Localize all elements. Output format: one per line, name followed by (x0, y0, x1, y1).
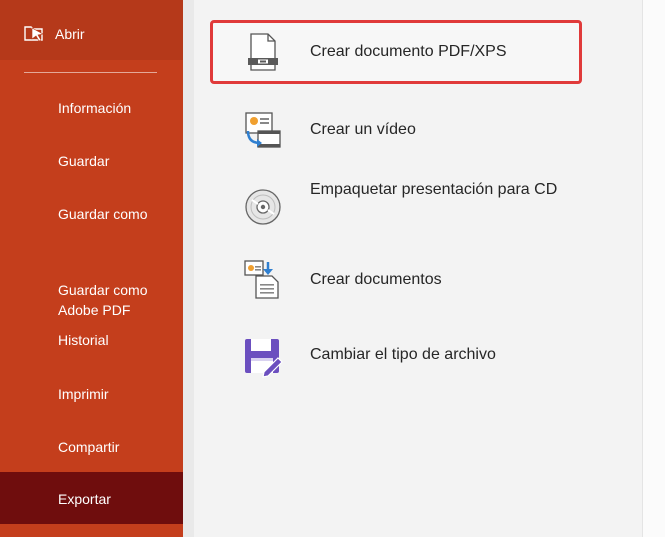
package-presentation-cd-option[interactable]: Empaquetar presentación para CD (210, 172, 582, 242)
sidebar-edge (183, 0, 194, 537)
sidebar-item-label: Información (58, 100, 132, 116)
sidebar-item-label: Exportar (58, 491, 111, 507)
cd-icon (245, 189, 281, 225)
handouts-icon (244, 260, 279, 299)
sidebar-item-historial[interactable]: Historial (0, 330, 183, 350)
create-pdf-xps-label: Crear documento PDF/XPS (310, 43, 507, 60)
create-handouts-label: Crear documentos (310, 271, 442, 288)
sidebar-item-label: Compartir (58, 439, 120, 455)
sidebar-divider (24, 72, 157, 73)
package-presentation-cd-label: Empaquetar presentación para CD (310, 181, 558, 198)
change-file-type-label: Cambiar el tipo de archivo (310, 346, 496, 363)
right-pane-edge (642, 0, 665, 537)
sidebar-item-exportar[interactable]: Exportar (0, 472, 183, 524)
change-file-type-option[interactable]: Cambiar el tipo de archivo (210, 327, 582, 387)
sidebar-item-open-label: Abrir (55, 26, 85, 42)
sidebar-item-guardar-como-adobe-pdf[interactable]: Guardar como Adobe PDF (0, 260, 183, 318)
sidebar-item-label: Historial (58, 332, 109, 348)
create-handouts-option[interactable]: Crear documentos (210, 252, 582, 312)
open-folder-icon (24, 26, 44, 42)
pdf-document-icon (248, 33, 278, 71)
sidebar-item-label: Guardar como Adobe PDF (58, 282, 148, 318)
sidebar-item-compartir[interactable]: Compartir (0, 437, 183, 457)
backstage-view: Abrir Información Guardar Guardar como G… (0, 0, 665, 537)
sidebar-item-guardar[interactable]: Guardar (0, 151, 183, 171)
sidebar-item-guardar-como[interactable]: Guardar como (0, 204, 183, 224)
sidebar-item-label: Imprimir (58, 386, 109, 402)
sidebar-item-open[interactable]: Abrir (0, 0, 183, 60)
sidebar-item-label: Guardar como (58, 206, 148, 222)
export-panel: Crear documento PDF/XPS Crear un vídeo E… (194, 0, 642, 537)
create-video-label: Crear un vídeo (310, 121, 416, 138)
create-video-option[interactable]: Crear un vídeo (210, 97, 582, 163)
sidebar-item-label: Guardar (58, 153, 110, 169)
change-file-type-icon (245, 339, 283, 378)
sidebar-item-imprimir[interactable]: Imprimir (0, 384, 183, 404)
sidebar-item-informacion[interactable]: Información (0, 98, 183, 118)
backstage-sidebar: Abrir Información Guardar Guardar como G… (0, 0, 183, 537)
create-pdf-xps-option[interactable]: Crear documento PDF/XPS (210, 20, 582, 84)
video-icon (245, 112, 281, 148)
